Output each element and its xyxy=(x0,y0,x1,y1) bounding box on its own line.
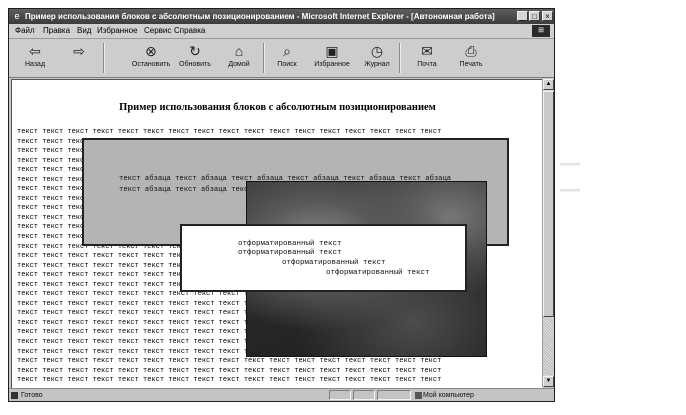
scroll-up-icon[interactable]: ▲ xyxy=(543,79,554,90)
search-label: Поиск xyxy=(277,61,297,68)
preformatted-line: отформатированный текст xyxy=(326,269,430,277)
status-panel xyxy=(377,390,411,400)
white-positioned-block: отформатированный текст отформатированны… xyxy=(180,224,467,292)
scroll-thumb[interactable] xyxy=(543,91,554,317)
back-label: Назад xyxy=(24,61,46,68)
menu-edit[interactable]: Правка xyxy=(43,24,70,38)
print-label: Печать xyxy=(459,61,483,68)
windows-logo-icon: ⊞ xyxy=(532,25,550,37)
stop-button[interactable]: ⊗ Остановить xyxy=(127,41,175,75)
mail-icon: ✉ xyxy=(421,43,433,59)
menu-view[interactable]: Вид xyxy=(77,24,91,38)
print-button[interactable]: ⎙ Печать xyxy=(451,41,491,75)
toolbar-separator xyxy=(103,43,105,73)
status-panel xyxy=(353,390,375,400)
favorites-label: Избранное xyxy=(314,61,350,68)
refresh-icon: ↻ xyxy=(189,43,201,59)
preformatted-line: отформатированный текст xyxy=(282,259,386,267)
menu-file[interactable]: Файл xyxy=(15,24,35,38)
background-scan: — — xyxy=(559,150,581,202)
status-text: Готово xyxy=(21,392,43,399)
history-button[interactable]: ◷ Журнал xyxy=(357,41,397,75)
maximize-button[interactable]: □ xyxy=(529,11,540,21)
history-icon: ◷ xyxy=(370,43,384,59)
toolbar-separator xyxy=(263,43,265,73)
home-icon: ⌂ xyxy=(234,43,244,59)
status-bar: Готово Мой компьютер xyxy=(9,388,554,401)
vertical-scrollbar[interactable]: ▲ ▼ xyxy=(542,79,554,387)
favorites-button[interactable]: ▣ Избранное xyxy=(309,41,355,75)
toolbar: ⇦ Назад ⇨ ⊗ Остановить ↻ Обновить ⌂ Домо… xyxy=(9,39,554,78)
menu-bar: Файл Правка Вид Избранное Сервис Справка… xyxy=(9,24,554,39)
favorites-icon: ▣ xyxy=(325,43,339,59)
back-button[interactable]: ⇦ Назад xyxy=(15,41,55,75)
mail-label: Почта xyxy=(417,61,437,68)
history-label: Журнал xyxy=(364,61,390,68)
back-arrow-icon: ⇦ xyxy=(29,43,41,59)
minimize-button[interactable]: _ xyxy=(517,11,528,21)
preformatted-line: отформатированный текст xyxy=(238,249,342,257)
search-icon: ⌕ xyxy=(283,43,291,59)
browser-window: e Пример использования блоков с абсолютн… xyxy=(8,8,555,402)
window-title: Пример использования блоков с абсолютным… xyxy=(25,12,495,21)
menu-favorites[interactable]: Избранное xyxy=(97,24,138,38)
ie-icon: e xyxy=(14,11,20,21)
menu-tools[interactable]: Сервис xyxy=(144,24,171,38)
scroll-down-icon[interactable]: ▼ xyxy=(543,376,554,387)
toolbar-separator xyxy=(399,43,401,73)
stop-icon: ⊗ xyxy=(145,43,157,59)
home-button[interactable]: ⌂ Домой xyxy=(219,41,259,75)
close-button[interactable]: × xyxy=(542,11,553,21)
search-button[interactable]: ⌕ Поиск xyxy=(267,41,307,75)
forward-arrow-icon: ⇨ xyxy=(73,43,85,59)
stop-label: Остановить xyxy=(131,61,171,68)
refresh-button[interactable]: ↻ Обновить xyxy=(175,41,215,75)
preformatted-line: отформатированный текст xyxy=(238,240,342,248)
status-panel xyxy=(329,390,351,400)
home-label: Домой xyxy=(228,61,250,68)
security-zone: Мой компьютер xyxy=(423,392,474,399)
page-icon xyxy=(11,392,18,399)
refresh-label: Обновить xyxy=(179,61,211,68)
mail-button[interactable]: ✉ Почта xyxy=(407,41,447,75)
menu-help[interactable]: Справка xyxy=(174,24,205,38)
forward-button[interactable]: ⇨ xyxy=(59,41,99,75)
title-bar: e Пример использования блоков с абсолютн… xyxy=(9,9,554,24)
page-content: Пример использования блоков с абсолютным… xyxy=(11,79,543,388)
computer-icon xyxy=(415,392,422,399)
page-heading: Пример использования блоков с абсолютным… xyxy=(119,102,436,113)
print-icon: ⎙ xyxy=(465,43,477,59)
scroll-track[interactable] xyxy=(543,317,554,375)
